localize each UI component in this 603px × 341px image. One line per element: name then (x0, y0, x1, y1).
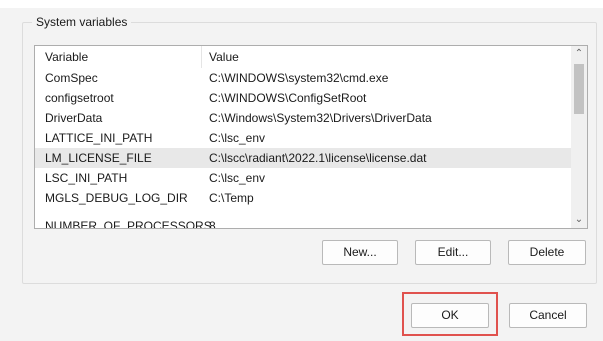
variable-value: C:\lscc\radiant\2022.1\license\license.d… (209, 151, 427, 165)
variable-name: configsetroot (45, 91, 114, 105)
column-header-variable[interactable]: Variable (45, 50, 88, 64)
table-row-selected[interactable]: LM_LICENSE_FILE C:\lscc\radiant\2022.1\l… (35, 148, 573, 168)
variable-value: C:\lsc_env (209, 131, 266, 145)
variable-name: DriverData (45, 111, 103, 125)
top-strip (0, 0, 603, 8)
groupbox-title: System variables (32, 14, 132, 30)
system-variables-list[interactable]: Variable Value ComSpec C:\WINDOWS\system… (34, 45, 588, 229)
scroll-up-icon[interactable]: ⌃ (571, 46, 587, 62)
variable-name: NUMBER_OF_PROCESSORS (45, 219, 212, 229)
new-button[interactable]: New... (322, 240, 398, 265)
vertical-scrollbar[interactable]: ⌃ ⌄ (571, 46, 587, 228)
edit-button[interactable]: Edit... (415, 240, 491, 265)
scroll-down-icon[interactable]: ⌄ (571, 212, 587, 228)
column-header-value[interactable]: Value (209, 50, 239, 64)
list-header: Variable Value (35, 46, 573, 68)
variable-value: C:\WINDOWS\system32\cmd.exe (209, 71, 389, 85)
variable-name: LATTICE_INI_PATH (45, 131, 153, 145)
table-row[interactable]: MGLS_DEBUG_LOG_DIR C:\Temp (35, 188, 573, 208)
table-row[interactable]: DriverData C:\Windows\System32\Drivers\D… (35, 108, 573, 128)
variable-value: 8 (209, 219, 216, 229)
cancel-button[interactable]: Cancel (509, 303, 587, 328)
variable-value: C:\Temp (209, 191, 254, 205)
variable-value: C:\Windows\System32\Drivers\DriverData (209, 111, 432, 125)
ok-button[interactable]: OK (411, 303, 489, 328)
delete-button[interactable]: Delete (508, 240, 586, 265)
scrollbar-thumb[interactable] (574, 64, 584, 114)
table-row-partial[interactable]: NUMBER_OF_PROCESSORS 8 (35, 216, 573, 229)
table-row[interactable]: LATTICE_INI_PATH C:\lsc_env (35, 128, 573, 148)
variable-value: C:\WINDOWS\ConfigSetRoot (209, 91, 367, 105)
variable-name: ComSpec (45, 71, 98, 85)
variable-name: LSC_INI_PATH (45, 171, 128, 185)
table-row[interactable]: LSC_INI_PATH C:\lsc_env (35, 168, 573, 188)
table-row[interactable]: configsetroot C:\WINDOWS\ConfigSetRoot (35, 88, 573, 108)
table-row[interactable]: ComSpec C:\WINDOWS\system32\cmd.exe (35, 68, 573, 88)
variable-value: C:\lsc_env (209, 171, 266, 185)
column-divider[interactable] (201, 46, 202, 68)
variable-name: LM_LICENSE_FILE (45, 151, 152, 165)
variable-name: MGLS_DEBUG_LOG_DIR (45, 191, 188, 205)
